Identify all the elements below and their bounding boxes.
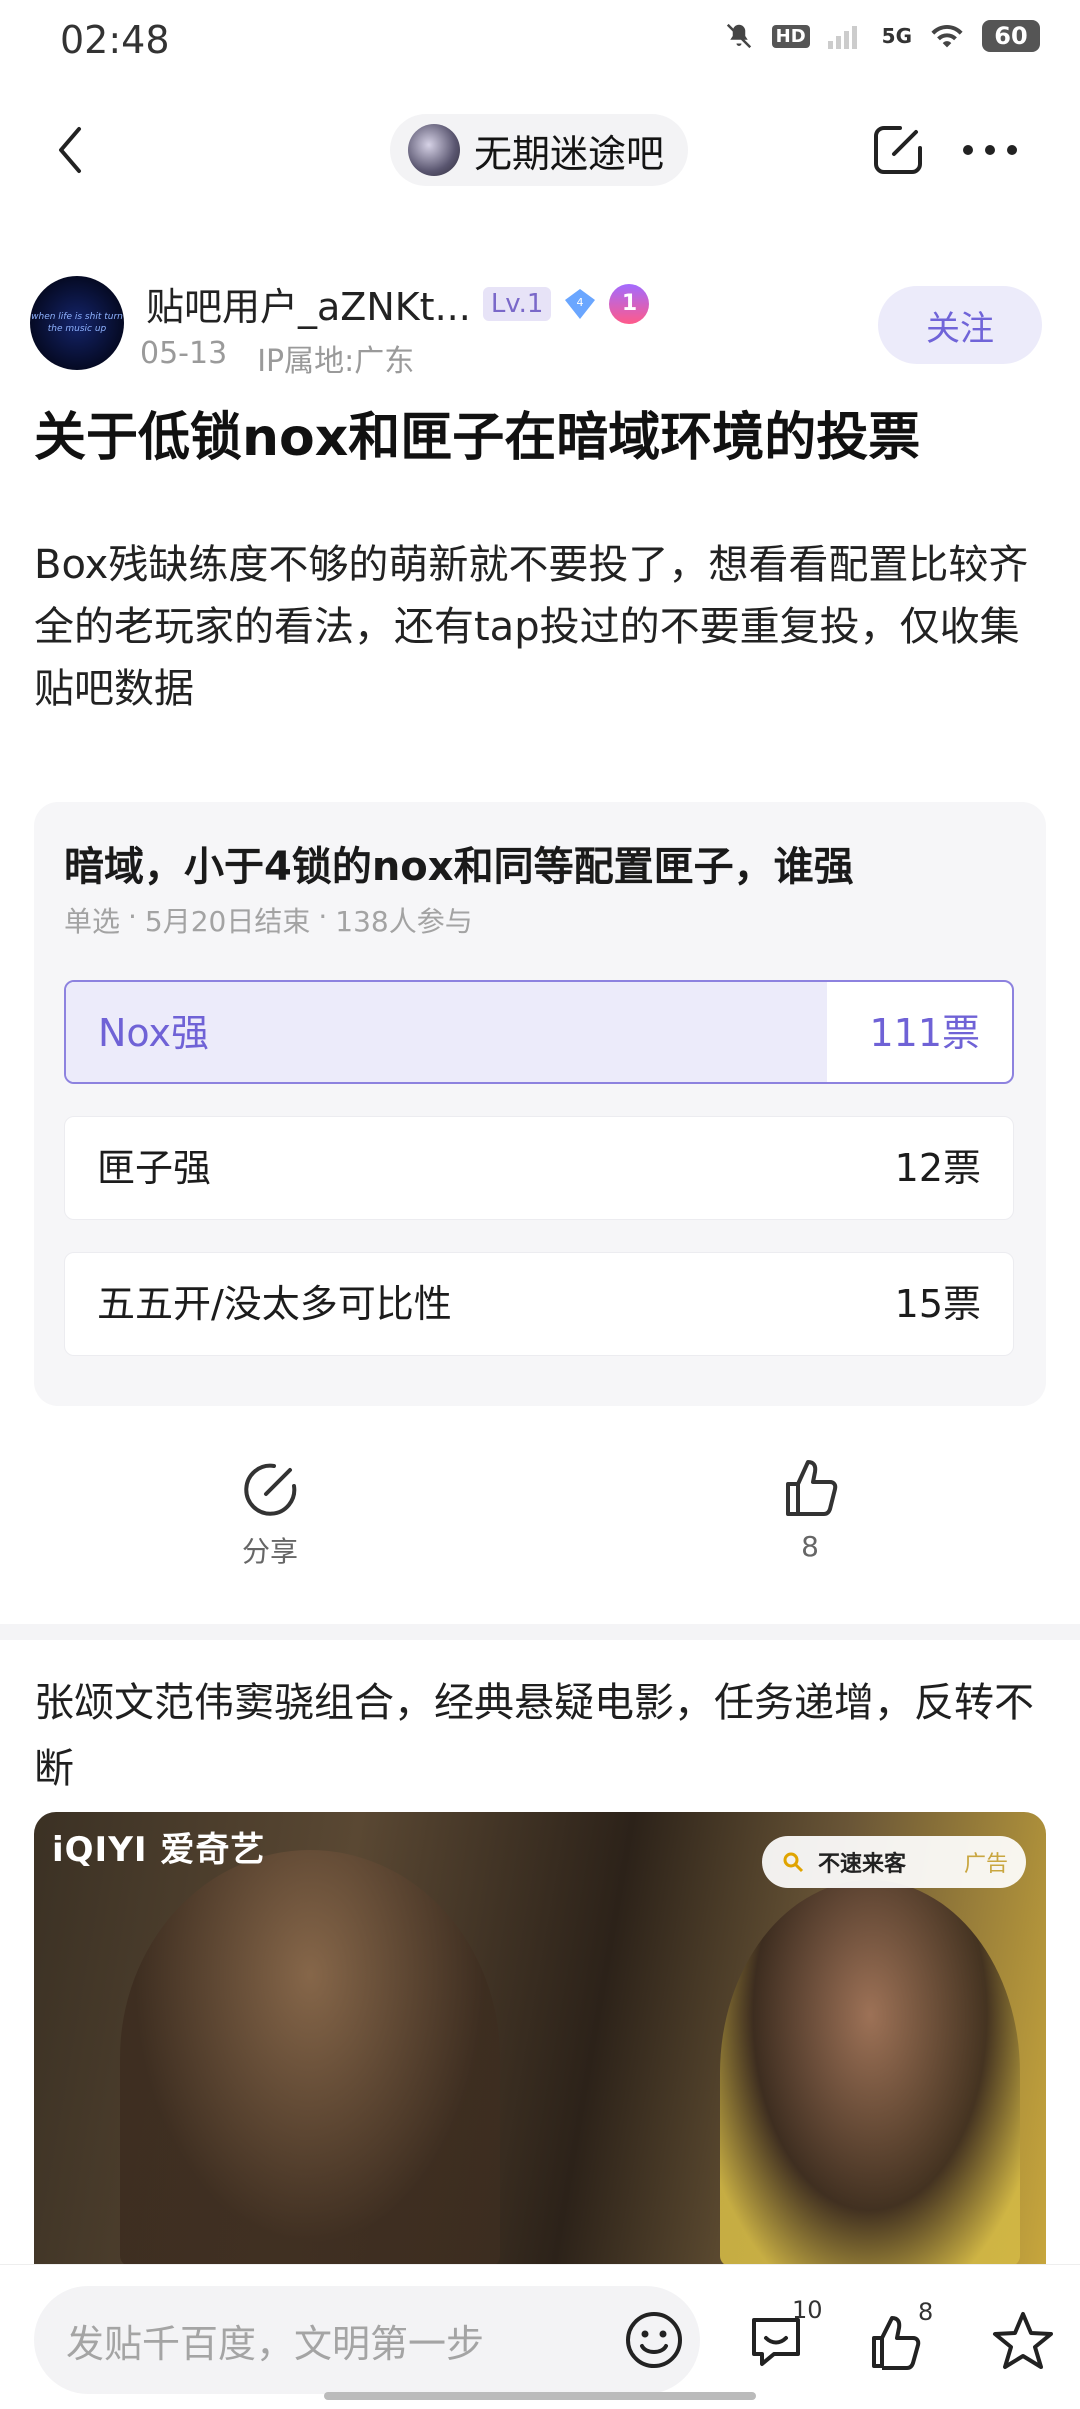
- poll-option-votes: 15票: [894, 1282, 981, 1326]
- like-count: 8: [801, 1530, 819, 1563]
- bottom-like-button[interactable]: 8: [864, 2294, 954, 2384]
- search-icon: [783, 1852, 804, 1873]
- comment-input[interactable]: 发贴千百度，文明第一步: [34, 2286, 700, 2394]
- poll-option-votes: 12票: [894, 1146, 981, 1190]
- poll-separator: ·: [128, 900, 137, 933]
- edit-icon: [874, 126, 922, 174]
- emoji-icon: [626, 2312, 682, 2368]
- medal-number: 1: [621, 291, 638, 316]
- emoji-button[interactable]: [616, 2302, 692, 2378]
- author-avatar[interactable]: when life is shit turn the music up: [30, 276, 124, 370]
- poll-separator: ·: [318, 900, 328, 933]
- comment-button[interactable]: 10: [744, 2294, 834, 2384]
- author-meta: 05-13 IP属地:广东: [140, 336, 414, 380]
- like-count: 8: [918, 2298, 934, 2326]
- iqiyi-logo: iQIYI 爱奇艺: [52, 1830, 266, 1870]
- ad-figure: [120, 1850, 500, 2266]
- ad-search-tag[interactable]: 不速来客 广告: [762, 1836, 1026, 1888]
- ad-figure: [720, 1880, 1020, 2266]
- poll-option-label: 匣子强: [97, 1146, 212, 1190]
- poll-option[interactable]: 五五开/没太多可比性 15票: [64, 1252, 1014, 1356]
- comment-count: 10: [792, 2296, 823, 2324]
- back-button[interactable]: [40, 112, 100, 188]
- status-time: 02:48: [60, 18, 170, 62]
- share-icon: [244, 1463, 297, 1516]
- poll-type: 单选: [64, 905, 121, 938]
- medal-icon: 1: [609, 283, 650, 324]
- poll-option-votes: 111票: [869, 1011, 980, 1055]
- battery-icon: 60: [982, 20, 1040, 52]
- ad-search-term: 不速来客: [818, 1852, 907, 1877]
- status-icons: HD 5G 60: [724, 20, 1040, 52]
- mute-icon: [726, 23, 751, 49]
- author-name: 贴吧用户_aZNKt...: [146, 285, 471, 329]
- author-info[interactable]: 贴吧用户_aZNKt... Lv.1 4 1: [146, 276, 650, 331]
- hd-icon: HD: [771, 24, 810, 48]
- diamond-icon: 4: [565, 288, 596, 319]
- poll-option-label: Nox强: [98, 1011, 209, 1055]
- forum-name: 无期迷途吧: [474, 131, 665, 176]
- favorite-button[interactable]: [978, 2296, 1068, 2386]
- post-date: 05-13: [140, 336, 228, 371]
- like-button[interactable]: 8: [760, 1456, 860, 1563]
- thumbs-up-icon: [786, 1460, 838, 1516]
- poll-end: 5月20日结束: [144, 905, 311, 938]
- share-label: 分享: [241, 1535, 298, 1568]
- poll-option[interactable]: Nox强 111票: [64, 980, 1014, 1084]
- poll-option-label: 五五开/没太多可比性: [97, 1282, 452, 1326]
- share-button[interactable]: 分享: [220, 1460, 320, 1570]
- home-indicator: [324, 2392, 756, 2400]
- follow-button[interactable]: 关注: [878, 286, 1042, 364]
- star-icon: [993, 2312, 1053, 2369]
- ad-text[interactable]: 张颂文范伟窦骁组合，经典悬疑电影，任务递增，反转不断: [34, 1670, 1054, 1802]
- wifi-icon: [931, 24, 963, 48]
- svg-text:4: 4: [577, 296, 584, 309]
- forum-link[interactable]: 无期迷途吧: [390, 114, 689, 186]
- comment-placeholder: 发贴千百度，文明第一步: [66, 2321, 485, 2366]
- post-body: Box残缺练度不够的萌新就不要投了，想看看配置比较齐全的老玩家的看法，还有tap…: [34, 542, 1029, 712]
- more-button[interactable]: [950, 112, 1030, 188]
- ip-location: IP属地:广东: [257, 344, 415, 379]
- avatar-text: when life is shit turn the music up: [31, 312, 123, 334]
- poll-option[interactable]: 匣子强 12票: [64, 1116, 1014, 1220]
- level-badge: Lv.1: [482, 286, 552, 321]
- forum-avatar: [408, 124, 460, 176]
- post-title: 关于低锁nox和匣子在暗域环境的投票: [34, 408, 921, 468]
- signal-icon: [827, 26, 857, 49]
- poll-participants: 138人参与: [335, 905, 473, 938]
- network-label: 5G: [881, 24, 912, 48]
- poll-title: 暗域，小于4锁的nox和同等配置匣子，谁强: [64, 844, 854, 890]
- poll-meta: 单选 · 5月20日结束 · 138人参与: [64, 900, 473, 940]
- section-divider: [0, 1624, 1080, 1640]
- battery-level: 60: [994, 22, 1028, 50]
- more-icon: [963, 145, 1017, 155]
- edit-button[interactable]: [858, 112, 938, 188]
- back-arrow-icon: [59, 127, 81, 173]
- ad-label: 广告: [963, 1852, 1008, 1877]
